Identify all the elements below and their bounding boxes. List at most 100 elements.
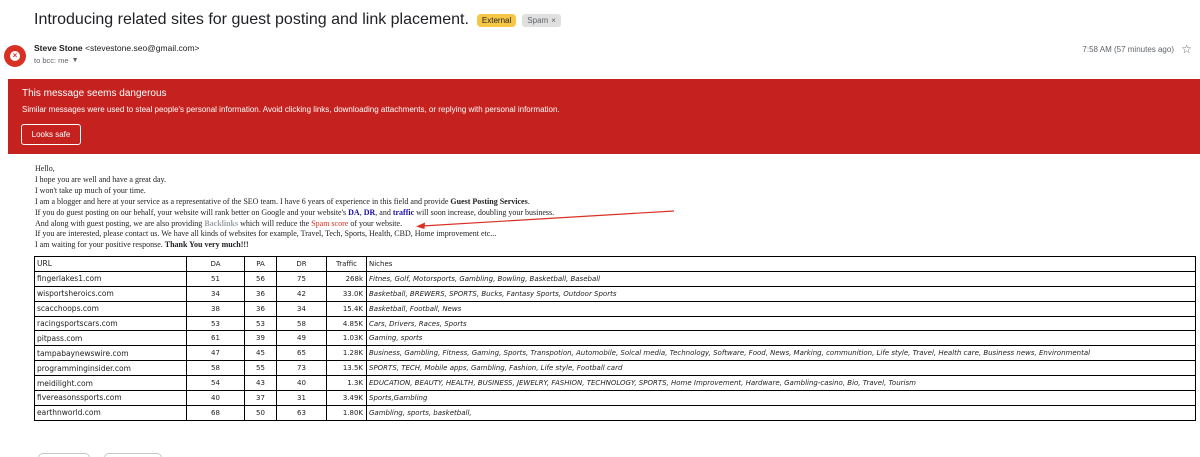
body-line: I am a blogger and here at your service … (35, 197, 554, 208)
header-dr: DR (276, 256, 327, 272)
cell-niches: Basketball, Football, News (366, 300, 1196, 317)
cell-pa: 50 (244, 404, 277, 421)
email-subject: Introducing related sites for guest post… (34, 11, 469, 28)
table-row: earthnworld.com 68 50 63 1.80K Gambling, spor… (34, 404, 1196, 421)
cell-url: pitpass.com (34, 330, 187, 347)
cell-niches: Fitnes, Golf, Motorsports, Gambling, Bow… (366, 270, 1196, 287)
caret-down-icon[interactable]: ▼ (72, 57, 79, 64)
table-row: racingsportscars.com 53 53 58 4.85K Cars, Dri… (34, 315, 1196, 332)
cell-da: 40 (186, 390, 245, 406)
cell-da: 68 (186, 404, 245, 421)
cell-pa: 53 (244, 315, 277, 332)
cell-da: 58 (186, 360, 245, 377)
cell-dr: 40 (276, 375, 327, 392)
cell-pa: 43 (244, 375, 277, 392)
cell-dr: 34 (276, 300, 327, 317)
body-highlight: Backlinks (204, 218, 239, 228)
body-bold: Thank You very much!!! (164, 240, 249, 250)
sender-avatar: × (4, 45, 26, 67)
sender[interactable]: Steve Stone <stevestone.seo@gmail.com> (34, 43, 200, 53)
cell-da: 47 (186, 345, 245, 362)
annotation-arrow-icon (416, 210, 675, 229)
cell-traffic: 268k (326, 270, 367, 287)
cell-url: meidilight.com (34, 375, 187, 392)
cell-dr: 49 (276, 330, 327, 347)
cell-da: 51 (186, 270, 245, 287)
forward-button[interactable] (104, 453, 162, 457)
cell-url: racingsportscars.com (34, 315, 187, 332)
danger-warning-banner: This message seems dangerous Similar mes… (8, 79, 1200, 154)
cell-niches: SPORTS, TECH, Mobile apps, Gambling, Fas… (366, 360, 1196, 377)
cell-pa: 36 (244, 300, 277, 317)
cell-url: programminginsider.com (34, 360, 187, 377)
cell-traffic: 15.4K (326, 300, 367, 317)
table-row: fivereasonssports.com 40 37 31 3.49K Sports,G… (34, 390, 1196, 406)
cell-url: tampabaynewswire.com (34, 345, 187, 362)
star-icon[interactable]: ☆ (1181, 42, 1192, 56)
cell-dr: 42 (276, 285, 327, 302)
cell-da: 38 (186, 300, 245, 317)
cell-dr: 73 (276, 360, 327, 377)
table-row: fingerlakes1.com 51 56 75 268k Fitnes, Golf, … (34, 270, 1196, 287)
warning-text: Similar messages were used to steal peop… (22, 105, 560, 114)
body-bold: Guest Posting Services (450, 196, 528, 206)
spam-label-text: Spam (527, 15, 549, 25)
table-header-row: URL DA PA DR Traffic Niches (34, 256, 1196, 272)
cell-niches: Gaming, sports (366, 330, 1196, 347)
body-text: If you do guest posting on our behalf, y… (35, 207, 349, 217)
cell-da: 61 (186, 330, 245, 347)
cell-traffic: 1.03K (326, 330, 367, 347)
body-text: I am a blogger and here at your service … (35, 196, 451, 206)
cell-traffic: 1.80K (326, 404, 367, 421)
body-highlight: traffic (392, 207, 415, 217)
cell-niches: Gambling, sports, basketball, (366, 404, 1196, 421)
cell-traffic: 4.85K (326, 315, 367, 332)
recipients[interactable]: to bcc: me ▼ (34, 56, 79, 65)
sites-table: URL DA PA DR Traffic Niches fingerlakes1… (34, 256, 1196, 421)
cell-pa: 45 (244, 345, 277, 362)
cell-url: wisportsheroics.com (34, 285, 187, 302)
table-row: tampabaynewswire.com 47 45 65 1.28K Business,… (34, 345, 1196, 362)
cell-da: 34 (186, 285, 245, 302)
cell-dr: 75 (276, 270, 327, 287)
body-line: If you are interested, please contact us… (35, 229, 497, 239)
cell-niches: Sports,Gambling (366, 390, 1196, 406)
cell-pa: 55 (244, 360, 277, 377)
reply-button[interactable] (38, 453, 90, 457)
body-line: Hello, (35, 164, 55, 173)
header-pa: PA (244, 256, 277, 272)
close-icon[interactable]: × (551, 16, 556, 25)
cell-pa: 56 (244, 270, 277, 287)
cell-dr: 31 (276, 390, 327, 406)
cell-dr: 65 (276, 345, 327, 362)
cell-dr: 58 (276, 315, 327, 332)
body-text: I am waiting for your positive response. (35, 240, 165, 250)
cell-traffic: 3.49K (326, 390, 367, 406)
cell-pa: 36 (244, 285, 277, 302)
cell-niches: Basketball, BREWERS, SPORTS, Bucks, Fant… (366, 285, 1196, 302)
header-traffic: Traffic (326, 256, 367, 272)
cell-traffic: 1.28K (326, 345, 367, 362)
subject-row: Introducing related sites for guest post… (34, 8, 561, 32)
body-text: . (527, 196, 530, 206)
table-row: programminginsider.com 58 55 73 13.5K SPORTS,… (34, 360, 1196, 377)
recipients-text: to bcc: me (34, 56, 69, 65)
body-highlight: DR (363, 207, 376, 217)
cell-niches: Cars, Drivers, Races, Sports (366, 315, 1196, 332)
table-row: scacchoops.com 38 36 34 15.4K Basketball, Foo… (34, 300, 1196, 317)
cell-da: 53 (186, 315, 245, 332)
cell-traffic: 1.3K (326, 375, 367, 392)
cell-url: scacchoops.com (34, 300, 187, 317)
cell-url: fingerlakes1.com (34, 270, 187, 287)
body-text: And along with guest posting, we are als… (35, 218, 205, 228)
body-line: I won't take up much of your time. (35, 185, 146, 195)
cell-niches: EDUCATION, BEAUTY, HEALTH, BUSINESS, JEW… (366, 375, 1196, 392)
cell-url: fivereasonssports.com (34, 390, 187, 406)
sender-name: Steve Stone (34, 43, 83, 53)
cell-niches: Business, Gambling, Fitness, Gaming, Spo… (366, 345, 1196, 362)
table-row: meidilight.com 54 43 40 1.3K EDUCATION, BEAUT… (34, 375, 1196, 392)
looks-safe-button[interactable]: Looks safe (21, 124, 81, 145)
body-text: , and (375, 207, 393, 217)
cell-traffic: 33.0K (326, 285, 367, 302)
body-text: which will reduce the (238, 218, 312, 228)
